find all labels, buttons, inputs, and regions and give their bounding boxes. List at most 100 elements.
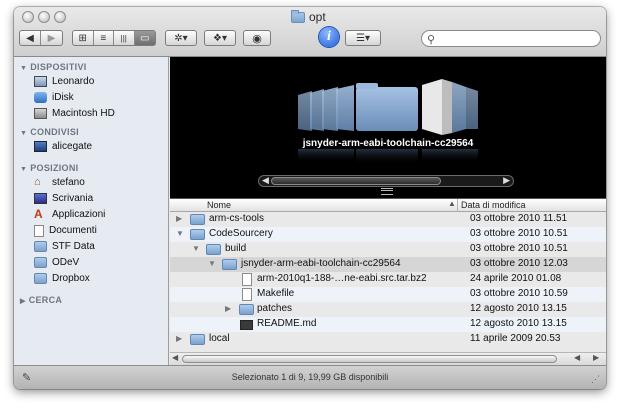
coverflow-folder[interactable] [310, 89, 324, 131]
sidebar-item-alicegate[interactable]: alicegate [34, 139, 92, 154]
view-list-button[interactable]: ≡ [94, 31, 114, 45]
document-icon [242, 273, 252, 286]
document-icon [242, 288, 252, 301]
disclosure-open-icon[interactable]: ▼ [176, 229, 184, 238]
column-header-name[interactable]: Nome [207, 200, 231, 210]
window-title-text: opt [309, 10, 326, 24]
folder-icon [34, 241, 47, 252]
coverflow-document[interactable] [422, 79, 442, 135]
horizontal-scroll-thumb[interactable] [182, 355, 557, 363]
coverflow-folder[interactable] [452, 82, 466, 133]
list-row[interactable]: arm-2010q1-188-…ne-eabi.src.tar.bz2 24 a… [170, 272, 606, 287]
disclosure-closed-icon[interactable]: ▶ [225, 304, 231, 313]
view-icons-button[interactable]: ⊞ [73, 31, 94, 45]
sidebar-item-idisk[interactable]: iDisk [34, 90, 74, 105]
folder-icon [190, 214, 205, 225]
sidebar-section-cerca[interactable]: ▶ CERCA [20, 295, 62, 305]
harddisk-icon [34, 108, 47, 119]
scroll-left-icon[interactable]: ◀ [262, 175, 269, 186]
list-row[interactable]: ▶ local 11 aprile 2009 20.53 [170, 332, 606, 347]
back-button[interactable]: ◀ [20, 31, 42, 45]
view-mode-control: ⊞ ≡ ||| ▭ [72, 30, 156, 46]
view-coverflow-button[interactable]: ▭ [134, 31, 155, 45]
disclosure-closed-icon[interactable]: ▶ [176, 214, 182, 223]
coverflow-scroll-thumb[interactable] [271, 177, 441, 185]
coverflow-document-side [442, 79, 452, 135]
sidebar-item-stefano[interactable]: ⌂ stefano [34, 175, 85, 190]
arrange-menu-button[interactable]: ☰▾ [345, 30, 381, 46]
scroll-right-icon[interactable]: ▶ [593, 353, 599, 362]
scroll-left-icon[interactable]: ◀ [172, 353, 178, 362]
coverflow-folder[interactable] [336, 85, 354, 131]
sidebar-item-scrivania[interactable]: Scrivania [34, 191, 93, 206]
row-date: 03 ottobre 2010 12.03 [470, 258, 568, 269]
list-row[interactable]: Makefile 03 ottobre 2010 10.59 [170, 287, 606, 302]
desktop-icon [34, 193, 47, 204]
view-columns-button[interactable]: ||| [114, 31, 135, 45]
list-row[interactable]: ▼ CodeSourcery 03 ottobre 2010 10.51 [170, 227, 606, 242]
main-content: jsnyder-arm-eabi-toolchain-cc29564 ◀ ▶ N… [170, 57, 606, 365]
sidebar-section-dispositivi[interactable]: ▼ DISPOSITIVI [20, 62, 87, 72]
list-header: Nome ▲ Data di modifica [170, 198, 606, 212]
status-bar: ✎ Selezionato 1 di 9, 19,99 GB disponibi… [14, 365, 606, 389]
coverflow-view[interactable]: jsnyder-arm-eabi-toolchain-cc29564 ◀ ▶ [170, 57, 606, 198]
finder-window: opt ◀ ▶ ⊞ ≡ ||| ▭ ✲▾ ❖▾ ◉ i ☰▾ ⚲ ▼ DISPOS… [14, 7, 606, 389]
row-name: jsnyder-arm-eabi-toolchain-cc29564 [241, 258, 401, 269]
disclosure-open-icon[interactable]: ▼ [192, 244, 200, 253]
disclosure-closed-icon[interactable]: ▶ [176, 334, 182, 343]
scroll-right-icon[interactable]: ▶ [503, 175, 510, 186]
row-name: local [209, 333, 230, 344]
quicklook-button[interactable]: ◉ [243, 30, 271, 46]
list-row[interactable]: ▼ build 03 ottobre 2010 10.51 [170, 242, 606, 257]
resize-handle-icon[interactable]: ⋰ [591, 374, 600, 385]
scroll-left-icon[interactable]: ◀ [574, 353, 580, 362]
idisk-icon [34, 92, 47, 103]
toolbar: opt ◀ ▶ ⊞ ≡ ||| ▭ ✲▾ ❖▾ ◉ i ☰▾ ⚲ [14, 7, 606, 57]
folder-icon [206, 244, 221, 255]
sidebar-item-stf-data[interactable]: STF Data [34, 239, 95, 254]
column-divider[interactable] [457, 199, 458, 212]
list-row[interactable]: ▶ arm-cs-tools 03 ottobre 2010 11.51 [170, 212, 606, 227]
folder-icon [190, 229, 205, 240]
sidebar-item-macintosh-hd[interactable]: Macintosh HD [34, 106, 115, 121]
sidebar-section-condivisi[interactable]: ▼ CONDIVISI [20, 127, 79, 137]
close-button[interactable] [22, 11, 34, 23]
row-date: 24 aprile 2010 01.08 [470, 273, 562, 284]
list-row[interactable]: README.md 12 agosto 2010 13.15 [170, 317, 606, 332]
disclosure-open-icon[interactable]: ▼ [208, 259, 216, 268]
window-title: opt [291, 9, 326, 25]
row-date: 03 ottobre 2010 10.51 [470, 228, 568, 239]
resize-grip-icon[interactable] [381, 188, 393, 195]
sidebar-item-applicazioni[interactable]: A Applicazioni [34, 207, 105, 222]
folder-icon [222, 259, 237, 270]
row-date: 12 agosto 2010 13.15 [470, 318, 567, 329]
info-icon[interactable]: i [319, 27, 339, 47]
coverflow-folder[interactable] [298, 91, 312, 131]
coverflow-folder[interactable] [322, 87, 338, 131]
status-text: Selezionato 1 di 9, 19,99 GB disponibili [231, 372, 389, 382]
search-field[interactable]: ⚲ [421, 30, 601, 47]
coverflow-scrollbar[interactable]: ◀ ▶ [258, 175, 514, 187]
zoom-button[interactable] [54, 11, 66, 23]
row-name: Makefile [257, 288, 295, 299]
back-forward-control: ◀ ▶ [19, 30, 63, 46]
list-row[interactable]: ▶ patches 12 agosto 2010 13.15 [170, 302, 606, 317]
list-row-selected[interactable]: ▼ jsnyder-arm-eabi-toolchain-cc29564 03 … [170, 257, 606, 272]
row-date: 03 ottobre 2010 10.59 [470, 288, 568, 299]
coverflow-folder-selected[interactable] [356, 87, 418, 131]
sidebar-item-documenti[interactable]: Documenti [34, 223, 97, 238]
forward-button[interactable]: ▶ [41, 31, 62, 45]
sidebar-item-odev[interactable]: ODeV [34, 255, 79, 270]
sidebar-item-dropbox[interactable]: Dropbox [34, 271, 90, 286]
coverflow-folder[interactable] [466, 87, 478, 129]
minimize-button[interactable] [38, 11, 50, 23]
folder-icon [291, 9, 305, 23]
column-header-date[interactable]: Data di modifica [461, 200, 526, 210]
action-menu-button[interactable]: ✲▾ [165, 30, 197, 46]
coverflow-caption: jsnyder-arm-eabi-toolchain-cc29564 [302, 138, 474, 149]
sidebar-item-leonardo[interactable]: Leonardo [34, 74, 94, 89]
sidebar-section-posizioni[interactable]: ▼ POSIZIONI [20, 163, 78, 173]
dropbox-menu-button[interactable]: ❖▾ [204, 30, 236, 46]
sort-ascending-icon: ▲ [448, 199, 456, 208]
horizontal-scrollbar[interactable]: ◀ ◀ ▶ [170, 352, 606, 365]
